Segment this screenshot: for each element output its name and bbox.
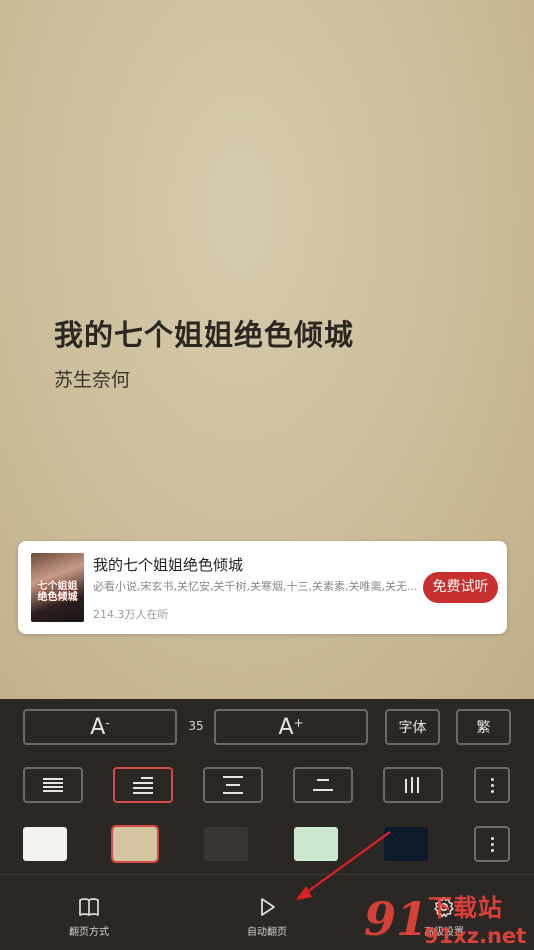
normal-lines-icon <box>133 775 153 795</box>
more-background-button[interactable] <box>474 826 510 862</box>
vertical-layout-button[interactable] <box>383 767 443 803</box>
book-title: 我的七个姐姐绝色倾城 <box>54 318 355 352</box>
audiobook-listeners: 214.3万人在听 <box>93 608 169 621</box>
reading-page[interactable]: 我的七个姐姐绝色倾城 苏生奈何 七个姐姐 绝色倾城 我的七个姐姐绝色倾城 必看小… <box>0 0 534 700</box>
watermark-logo-number: 91 <box>364 892 429 946</box>
font-size-value: 35 <box>188 719 204 733</box>
font-decrease-label: A <box>90 714 106 740</box>
background-swatch-navy[interactable] <box>384 827 428 861</box>
nav-label: 翻页方式 <box>69 927 109 938</box>
traditional-chinese-button[interactable]: 繁 <box>456 709 511 745</box>
watermark-domain: 91xz.net <box>424 924 527 948</box>
play-icon <box>261 898 275 916</box>
wide-lines-icon <box>313 775 333 795</box>
audiobook-description: 必看小说,宋玄书,关忆安,关千树,关寒烟,十三,关素素,关唯离,关无... <box>93 580 418 593</box>
background-swatch-white[interactable] <box>23 827 67 861</box>
plus-icon: + <box>293 716 304 730</box>
nav-page-turn-mode[interactable]: 翻页方式 <box>49 895 129 938</box>
nav-auto-page-turn[interactable]: 自动翻页 <box>227 895 307 938</box>
font-family-button[interactable]: 字体 <box>385 709 440 745</box>
font-increase-label: A <box>278 714 294 740</box>
panel-divider <box>0 874 534 875</box>
loose-lines-icon <box>223 773 243 797</box>
line-spacing-compact-button[interactable] <box>23 767 83 803</box>
compact-lines-icon <box>43 777 63 793</box>
audiobook-title: 我的七个姐姐绝色倾城 <box>93 556 244 574</box>
free-listen-button[interactable]: 免费试听 <box>423 572 498 603</box>
line-spacing-normal-button[interactable] <box>113 767 173 803</box>
more-spacing-button[interactable] <box>474 767 510 803</box>
more-dots-icon <box>490 834 494 855</box>
line-spacing-loose-button[interactable] <box>203 767 263 803</box>
font-increase-button[interactable]: A + <box>214 709 368 745</box>
minus-icon: - <box>105 716 110 730</box>
book-icon <box>79 898 99 916</box>
audiobook-card[interactable]: 七个姐姐 绝色倾城 我的七个姐姐绝色倾城 必看小说,宋玄书,关忆安,关千树,关寒… <box>18 541 507 634</box>
font-decrease-button[interactable]: A- <box>23 709 177 745</box>
nav-label: 自动翻页 <box>247 927 287 938</box>
cover-title-text: 七个姐姐 绝色倾城 <box>37 581 78 603</box>
background-swatch-green[interactable] <box>294 827 338 861</box>
vertical-lines-icon <box>405 777 419 793</box>
more-dots-icon <box>490 775 494 796</box>
watermark-site-name: 下载站 <box>428 894 503 922</box>
line-spacing-wide-button[interactable] <box>293 767 353 803</box>
background-swatch-parchment[interactable] <box>111 825 159 863</box>
background-swatch-dark[interactable] <box>204 827 248 861</box>
book-author: 苏生奈何 <box>54 369 131 391</box>
audiobook-cover: 七个姐姐 绝色倾城 <box>31 553 84 622</box>
